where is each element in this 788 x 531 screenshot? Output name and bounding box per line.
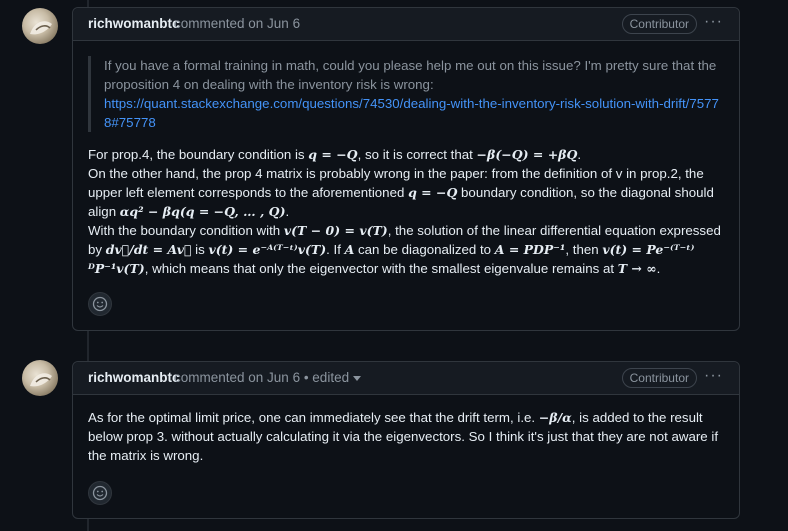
smiley-icon	[92, 296, 108, 312]
add-reaction-button[interactable]	[88, 292, 112, 316]
math-expression: −β/α	[538, 410, 572, 425]
avatar[interactable]	[22, 360, 58, 396]
smiley-icon	[92, 485, 108, 501]
text-run: . If	[326, 242, 345, 257]
comment-timestamp[interactable]: commented on Jun 6 • edited	[174, 370, 362, 385]
more-options-icon[interactable]: ···	[704, 368, 723, 384]
comment-card: richwomanbtc commented on Jun 6 Contribu…	[72, 7, 740, 331]
comment-paragraph: For prop.4, the boundary condition is q …	[88, 145, 724, 278]
comment-paragraph: As for the optimal limit price, one can …	[88, 408, 724, 465]
contributor-badge: Contributor	[621, 14, 697, 34]
math-expression: v(t) = e⁻ᴬ⁽ᵀ⁻ᵗ⁾v(T)	[208, 242, 327, 257]
text-run: , so it is correct that	[357, 147, 477, 162]
math-expression: q = −Q	[408, 185, 458, 200]
text-run: can be diagonalized to	[354, 242, 495, 257]
add-reaction-button[interactable]	[88, 481, 112, 505]
math-expression: v(T − 0) = v(T)	[283, 223, 388, 238]
author-link[interactable]: richwomanbtc	[88, 370, 180, 385]
math-expression: A = PDP⁻¹	[494, 242, 566, 257]
text-run: .	[656, 261, 661, 276]
comment-card: richwomanbtc commented on Jun 6 • edited…	[72, 361, 740, 519]
text-run: .	[577, 147, 582, 162]
math-expression: q = −Q	[308, 147, 358, 162]
math-expression: αq² − βq(q = −Q, … , Q)	[119, 204, 286, 219]
text-run: For prop.4, the boundary condition is	[88, 147, 309, 162]
stackexchange-link[interactable]: https://quant.stackexchange.com/question…	[104, 96, 719, 130]
author-link[interactable]: richwomanbtc	[88, 16, 180, 31]
comment-header: richwomanbtc commented on Jun 6 • edited…	[73, 362, 739, 395]
text-run: As for the optimal limit price, one can …	[88, 410, 539, 425]
more-options-icon[interactable]: ···	[704, 14, 723, 30]
text-run: .	[285, 204, 290, 219]
chevron-down-icon[interactable]	[353, 375, 362, 381]
math-expression: A	[344, 242, 355, 257]
text-run: is	[191, 242, 209, 257]
comment-timestamp[interactable]: commented on Jun 6	[174, 16, 300, 31]
text-run: With the boundary condition with	[88, 223, 284, 238]
contributor-badge: Contributor	[621, 368, 697, 388]
math-expression: −β(−Q) = +βQ	[476, 147, 578, 162]
comment-header: richwomanbtc commented on Jun 6 Contribu…	[73, 8, 739, 41]
math-expression: dv⃗/dt = Av⃗	[105, 242, 192, 257]
text-run: , then	[565, 242, 603, 257]
quote-text: If you have a formal training in math, c…	[104, 58, 717, 92]
text-run: , which means that only the eigenvector …	[144, 261, 618, 276]
avatar[interactable]	[22, 8, 58, 44]
edited-meta[interactable]: commented on Jun 6 • edited	[174, 370, 349, 385]
math-expression: T → ∞	[617, 261, 657, 276]
blockquote: If you have a formal training in math, c…	[88, 56, 724, 132]
